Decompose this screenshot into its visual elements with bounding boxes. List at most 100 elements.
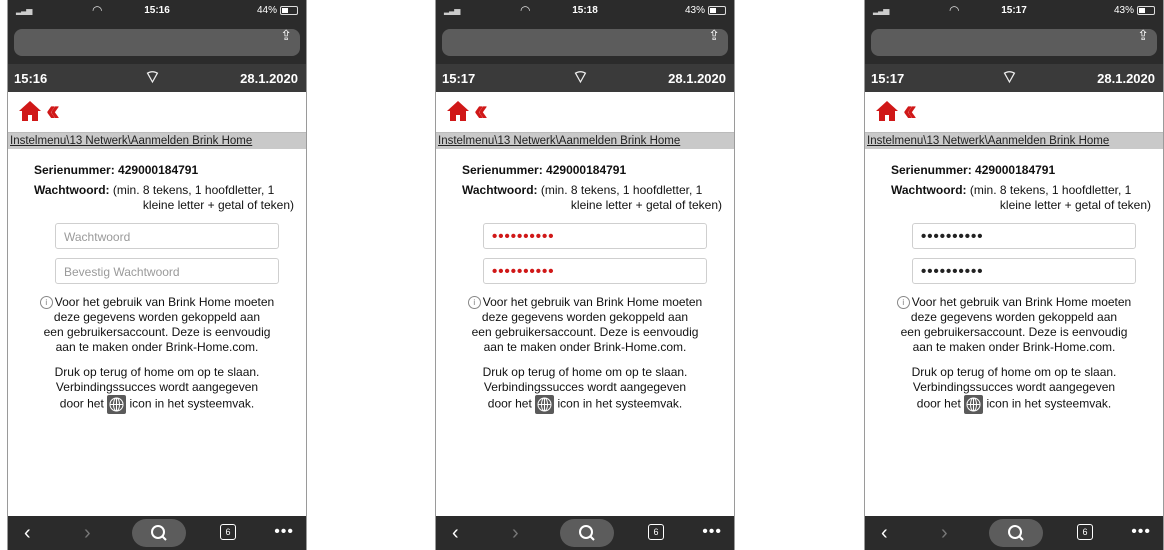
search-button[interactable] bbox=[560, 519, 614, 547]
breadcrumb[interactable]: Instelmenu\13 Netwerk\Aanmelden Brink Ho… bbox=[865, 132, 1163, 149]
nav-icons: ‹‹ bbox=[8, 92, 306, 132]
battery-icon bbox=[708, 6, 726, 15]
info-icon: i bbox=[467, 296, 481, 310]
serial-row: Serienummer: 429000184791 bbox=[462, 163, 726, 177]
password-label: Wachtwoord: bbox=[34, 183, 110, 197]
wifi-icon: ⌔ bbox=[144, 67, 161, 87]
save-note: Druk op terug of home om op te slaan. Ve… bbox=[16, 365, 298, 414]
more-icon[interactable]: ••• bbox=[702, 523, 722, 541]
password-label: Wachtwoord: bbox=[462, 183, 538, 197]
password-field[interactable]: Wachtwoord bbox=[55, 223, 279, 249]
tabs-button[interactable]: 6 bbox=[220, 524, 236, 540]
battery-icon bbox=[1137, 6, 1155, 15]
device-time: 15:17 bbox=[871, 71, 905, 86]
globe-icon bbox=[535, 395, 555, 414]
info-icon: i bbox=[896, 296, 910, 310]
back-icon[interactable]: ‹ bbox=[881, 522, 888, 545]
browser-bottom-bar: ‹ › 6 ••• bbox=[436, 516, 734, 550]
battery-percent: 43% bbox=[1113, 5, 1134, 16]
serial-row: Serienummer: 429000184791 bbox=[34, 163, 298, 177]
login-form: Serienummer: 429000184791 Wachtwoord: (m… bbox=[865, 163, 1163, 414]
address-bar[interactable] bbox=[14, 29, 300, 56]
serial-label: Serienummer: bbox=[891, 163, 972, 177]
forward-icon[interactable]: › bbox=[512, 522, 519, 545]
password-hint-line2: kleine letter + getal of teken) bbox=[999, 198, 1151, 212]
ios-status-bar: ▂▃▅ ◠ 15:16 44% bbox=[8, 0, 306, 22]
tabs-button[interactable]: 6 bbox=[1077, 524, 1093, 540]
info-icon: i bbox=[39, 296, 53, 310]
serial-value: 429000184791 bbox=[546, 163, 627, 177]
breadcrumb[interactable]: Instelmenu\13 Netwerk\Aanmelden Brink Ho… bbox=[8, 132, 306, 149]
password-label: Wachtwoord: bbox=[891, 183, 967, 197]
browser-toolbar: ⇪ bbox=[8, 22, 306, 64]
more-icon[interactable]: ••• bbox=[274, 523, 294, 541]
info-text: i Voor het gebruik van Brink Home moeten … bbox=[873, 295, 1155, 355]
back-icon[interactable]: ‹ bbox=[452, 522, 459, 545]
back-icon[interactable]: ‹ bbox=[24, 522, 31, 545]
save-note: Druk op terug of home om op te slaan. Ve… bbox=[873, 365, 1155, 414]
forward-icon[interactable]: › bbox=[84, 522, 91, 545]
browser-bottom-bar: ‹ › 6 ••• bbox=[8, 516, 306, 550]
ios-status-bar: ▂▃▅ ◠ 15:17 43% bbox=[865, 0, 1163, 22]
device-status-bar: 15:17 ⌔ 28.1.2020 bbox=[865, 64, 1163, 92]
home-icon[interactable] bbox=[875, 100, 899, 127]
password-row: Wachtwoord: (min. 8 tekens, 1 hoofdlette… bbox=[891, 183, 1155, 213]
battery-icon bbox=[280, 6, 298, 15]
address-bar[interactable] bbox=[442, 29, 728, 56]
login-form: Serienummer: 429000184791 Wachtwoord: (m… bbox=[8, 163, 306, 414]
double-chevron-left-icon[interactable]: ‹‹ bbox=[46, 96, 60, 126]
info-text: i Voor het gebruik van Brink Home moeten … bbox=[444, 295, 726, 355]
address-bar[interactable] bbox=[871, 29, 1157, 56]
device-time: 15:17 bbox=[442, 71, 476, 86]
search-button[interactable] bbox=[989, 519, 1043, 547]
tabs-button[interactable]: 6 bbox=[648, 524, 664, 540]
serial-row: Serienummer: 429000184791 bbox=[891, 163, 1155, 177]
info-text: i Voor het gebruik van Brink Home moeten … bbox=[16, 295, 298, 355]
login-form: Serienummer: 429000184791 Wachtwoord: (m… bbox=[436, 163, 734, 414]
device-date: 28.1.2020 bbox=[1097, 71, 1155, 86]
password-field[interactable]: •••••••••• bbox=[483, 223, 707, 249]
double-chevron-left-icon[interactable]: ‹‹ bbox=[903, 96, 917, 126]
share-icon[interactable]: ⇪ bbox=[280, 27, 292, 44]
forward-icon[interactable]: › bbox=[941, 522, 948, 545]
password-field[interactable]: •••••••••• bbox=[912, 223, 1136, 249]
ios-status-bar: ▂▃▅ ◠ 15:18 43% bbox=[436, 0, 734, 22]
share-icon[interactable]: ⇪ bbox=[708, 27, 720, 44]
wifi-icon: ⌔ bbox=[572, 67, 589, 87]
browser-toolbar: ⇪ bbox=[436, 22, 734, 64]
more-icon[interactable]: ••• bbox=[1131, 523, 1151, 541]
double-chevron-left-icon[interactable]: ‹‹ bbox=[474, 96, 488, 126]
device-date: 28.1.2020 bbox=[240, 71, 298, 86]
wifi-icon: ⌔ bbox=[1001, 67, 1018, 87]
confirm-password-field[interactable]: Bevestig Wachtwoord bbox=[55, 258, 279, 284]
device-time: 15:16 bbox=[14, 71, 48, 86]
confirm-password-field[interactable]: •••••••••• bbox=[483, 258, 707, 284]
serial-label: Serienummer: bbox=[462, 163, 543, 177]
confirm-password-field[interactable]: •••••••••• bbox=[912, 258, 1136, 284]
serial-value: 429000184791 bbox=[975, 163, 1056, 177]
save-note: Druk op terug of home om op te slaan. Ve… bbox=[444, 365, 726, 414]
home-icon[interactable] bbox=[18, 100, 42, 127]
nav-icons: ‹‹ bbox=[865, 92, 1163, 132]
serial-value: 429000184791 bbox=[118, 163, 199, 177]
browser-bottom-bar: ‹ › 6 ••• bbox=[865, 516, 1163, 550]
phone-screen-1: ▂▃▅ ◠ 15:16 44% ⇪ 15:16 ⌔ 28.1.2020 ‹‹ I… bbox=[7, 0, 307, 550]
password-hint: (min. 8 tekens, 1 hoofdletter, 1 bbox=[112, 183, 275, 197]
globe-icon bbox=[107, 395, 127, 414]
password-hint-line2: kleine letter + getal of teken) bbox=[142, 198, 294, 212]
password-hint: (min. 8 tekens, 1 hoofdletter, 1 bbox=[540, 183, 703, 197]
share-icon[interactable]: ⇪ bbox=[1137, 27, 1149, 44]
breadcrumb[interactable]: Instelmenu\13 Netwerk\Aanmelden Brink Ho… bbox=[436, 132, 734, 149]
battery-percent: 44% bbox=[256, 5, 277, 16]
password-row: Wachtwoord: (min. 8 tekens, 1 hoofdlette… bbox=[34, 183, 298, 213]
home-icon[interactable] bbox=[446, 100, 470, 127]
phone-screen-3: ▂▃▅ ◠ 15:17 43% ⇪ 15:17 ⌔ 28.1.2020 ‹‹ I… bbox=[864, 0, 1164, 550]
device-date: 28.1.2020 bbox=[668, 71, 726, 86]
battery-percent: 43% bbox=[684, 5, 705, 16]
nav-icons: ‹‹ bbox=[436, 92, 734, 132]
device-status-bar: 15:17 ⌔ 28.1.2020 bbox=[436, 64, 734, 92]
password-hint: (min. 8 tekens, 1 hoofdletter, 1 bbox=[969, 183, 1132, 197]
browser-toolbar: ⇪ bbox=[865, 22, 1163, 64]
search-button[interactable] bbox=[132, 519, 186, 547]
serial-label: Serienummer: bbox=[34, 163, 115, 177]
